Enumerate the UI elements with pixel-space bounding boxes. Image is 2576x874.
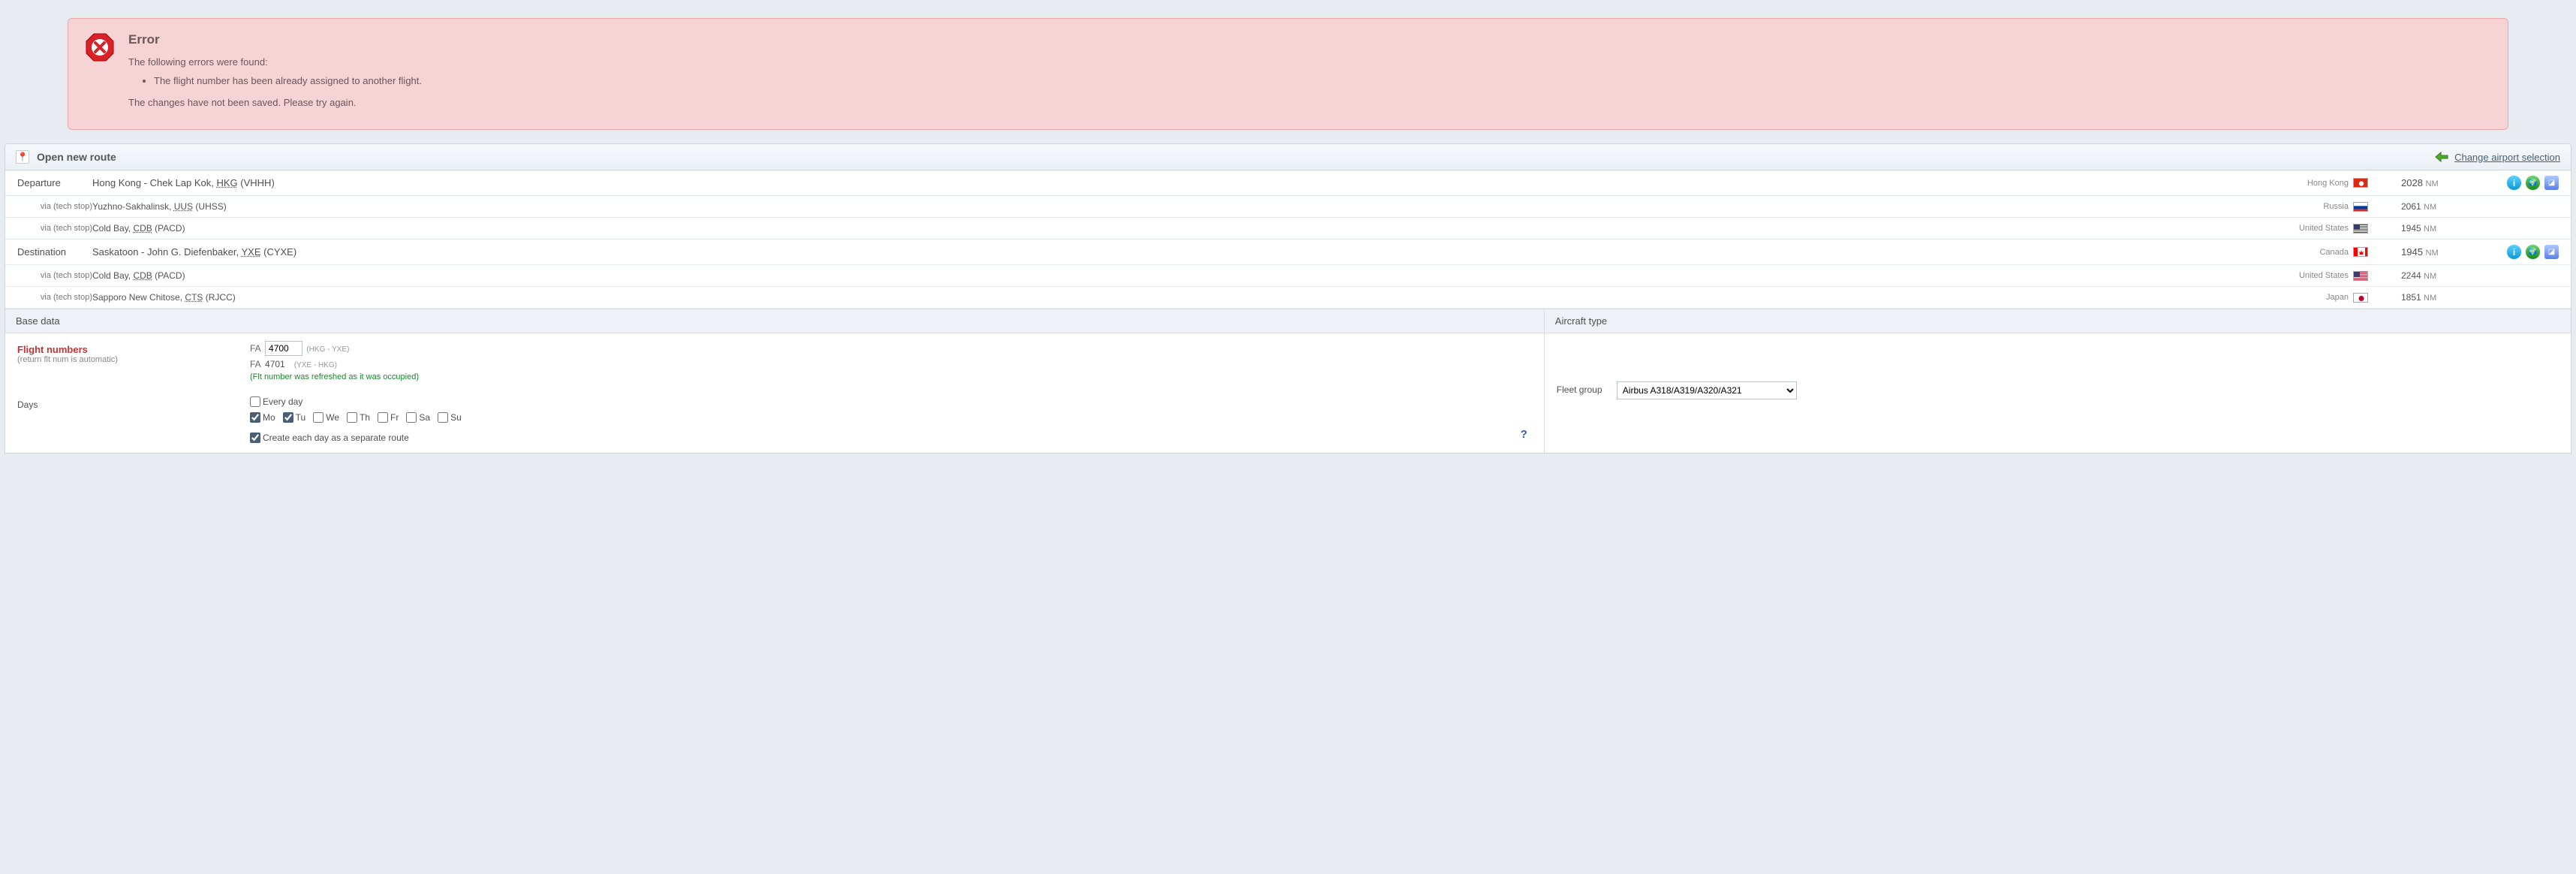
flag-icon [2353,202,2371,212]
airport-description: Yuzhno-Sakhalinsk, UUS (UHSS) [92,201,2266,212]
airport-code[interactable]: CDB [133,270,152,281]
country-label: Hong Kong [2266,179,2349,188]
basedata-header: Base data [5,309,1544,333]
separate-route-checkbox[interactable]: Create each day as a separate route [250,432,409,443]
detail-icon[interactable]: ◪ [2544,176,2559,190]
tech-stop-row: via (tech stop) Cold Bay, CDB (PACD) Uni… [5,218,2571,240]
fleet-group-select[interactable]: Airbus A318/A319/A320/A321 [1617,381,1797,399]
change-airport-link[interactable]: Change airport selection [2454,152,2560,163]
country-label: Russia [2266,202,2349,211]
country-label: United States [2266,224,2349,233]
panel-title: Open new route [37,151,116,163]
row-label: via (tech stop) [17,224,92,233]
row-actions: i 🌍 ◪ [2491,245,2559,259]
destination-row: Destination Saskatoon - John G. Diefenba… [5,240,2571,265]
day-checkbox-we[interactable]: We [313,412,339,423]
help-icon[interactable]: ? [1521,428,1527,441]
panel-header: 📍 Open new route Change airport selectio… [5,144,2571,170]
airport-description: Cold Bay, CDB (PACD) [92,223,2266,234]
country-label: United States [2266,271,2349,280]
flag-icon [2353,224,2371,234]
flag-icon [2353,247,2371,257]
error-intro: The following errors were found: [128,56,422,68]
route-rows: Departure Hong Kong - Chek Lap Kok, HKG … [5,170,2571,309]
airport-description: Cold Bay, CDB (PACD) [92,270,2266,281]
info-icon[interactable]: i [2507,245,2521,259]
error-title: Error [128,32,422,47]
flight-prefix-return: FA [250,359,261,369]
flight-number-input[interactable] [265,341,302,356]
distance-value: 1851 NM [2371,292,2491,303]
fleet-group-label: Fleet group [1557,384,1602,395]
day-checkbox-tu[interactable]: Tu [283,412,306,423]
distance-value: 2028 NM [2371,177,2491,188]
error-message-box: Error The following errors were found: T… [68,18,2508,130]
back-arrow-icon [2435,152,2448,162]
airport-code[interactable]: UUS [174,201,193,212]
error-item: The flight number has been already assig… [154,75,422,86]
error-outro: The changes have not been saved. Please … [128,97,422,108]
flight-refreshed-notice: (Flt number was refreshed as it was occu… [250,372,1532,381]
day-checkbox-mo[interactable]: Mo [250,412,275,423]
error-list: The flight number has been already assig… [154,75,422,86]
flight-out-route: (HKG - YXE) [306,345,349,354]
airport-description: Saskatoon - John G. Diefenbaker, YXE (CY… [92,246,2266,258]
country-label: Canada [2266,248,2349,257]
tech-stop-row: via (tech stop) Sapporo New Chitose, CTS… [5,287,2571,309]
globe-icon[interactable]: 🌍 [2526,245,2540,259]
globe-icon[interactable]: 🌍 [2526,176,2540,190]
row-label: Departure [17,177,92,188]
day-checkbox-fr[interactable]: Fr [378,412,399,423]
country-label: Japan [2266,293,2349,302]
flag-icon [2353,293,2371,303]
flight-number-return: 4701 [265,359,285,369]
day-checkbox-sa[interactable]: Sa [406,412,430,423]
detail-icon[interactable]: ◪ [2544,245,2559,259]
flag-icon [2353,178,2371,188]
day-checkbox-th[interactable]: Th [347,412,370,423]
days-row: Days Every day Mo Tu We Th Fr Sa Su Crea… [5,389,1544,453]
aircraft-type-header: Aircraft type [1545,309,2571,333]
airport-code[interactable]: HKG [217,177,238,188]
day-checkbox-su[interactable]: Su [438,412,462,423]
row-label: via (tech stop) [17,293,92,302]
row-actions: i 🌍 ◪ [2491,176,2559,190]
airport-code[interactable]: CTS [185,292,203,303]
distance-value: 1945 NM [2371,223,2491,234]
flag-icon [2353,271,2371,281]
days-label: Days [17,399,38,410]
airport-description: Sapporo New Chitose, CTS (RJCC) [92,292,2266,303]
fleet-group-row: Fleet group Airbus A318/A319/A320/A321 [1545,333,2571,407]
error-icon [85,32,115,116]
tech-stop-row: via (tech stop) Cold Bay, CDB (PACD) Uni… [5,265,2571,287]
airport-description: Hong Kong - Chek Lap Kok, HKG (VHHH) [92,177,2266,188]
tech-stop-row: via (tech stop) Yuzhno-Sakhalinsk, UUS (… [5,196,2571,218]
row-label: via (tech stop) [17,271,92,280]
flight-numbers-hint: (return flt num is automatic) [17,355,250,364]
every-day-checkbox[interactable]: Every day [250,396,302,407]
flight-prefix: FA [250,343,261,354]
airport-code[interactable]: YXE [242,246,261,258]
route-panel: 📍 Open new route Change airport selectio… [5,143,2571,454]
row-label: via (tech stop) [17,202,92,211]
flight-numbers-label: Flight numbers [17,344,88,355]
departure-row: Departure Hong Kong - Chek Lap Kok, HKG … [5,170,2571,196]
flight-numbers-row: Flight numbers (return flt num is automa… [5,333,1544,389]
map-pin-icon: 📍 [16,150,29,164]
row-label: Destination [17,246,92,258]
distance-value: 2061 NM [2371,201,2491,212]
distance-value: 2244 NM [2371,270,2491,281]
flight-ret-route: (YXE - HKG) [294,361,337,369]
airport-code[interactable]: CDB [133,223,152,234]
info-icon[interactable]: i [2507,176,2521,190]
distance-value: 1945 NM [2371,246,2491,258]
